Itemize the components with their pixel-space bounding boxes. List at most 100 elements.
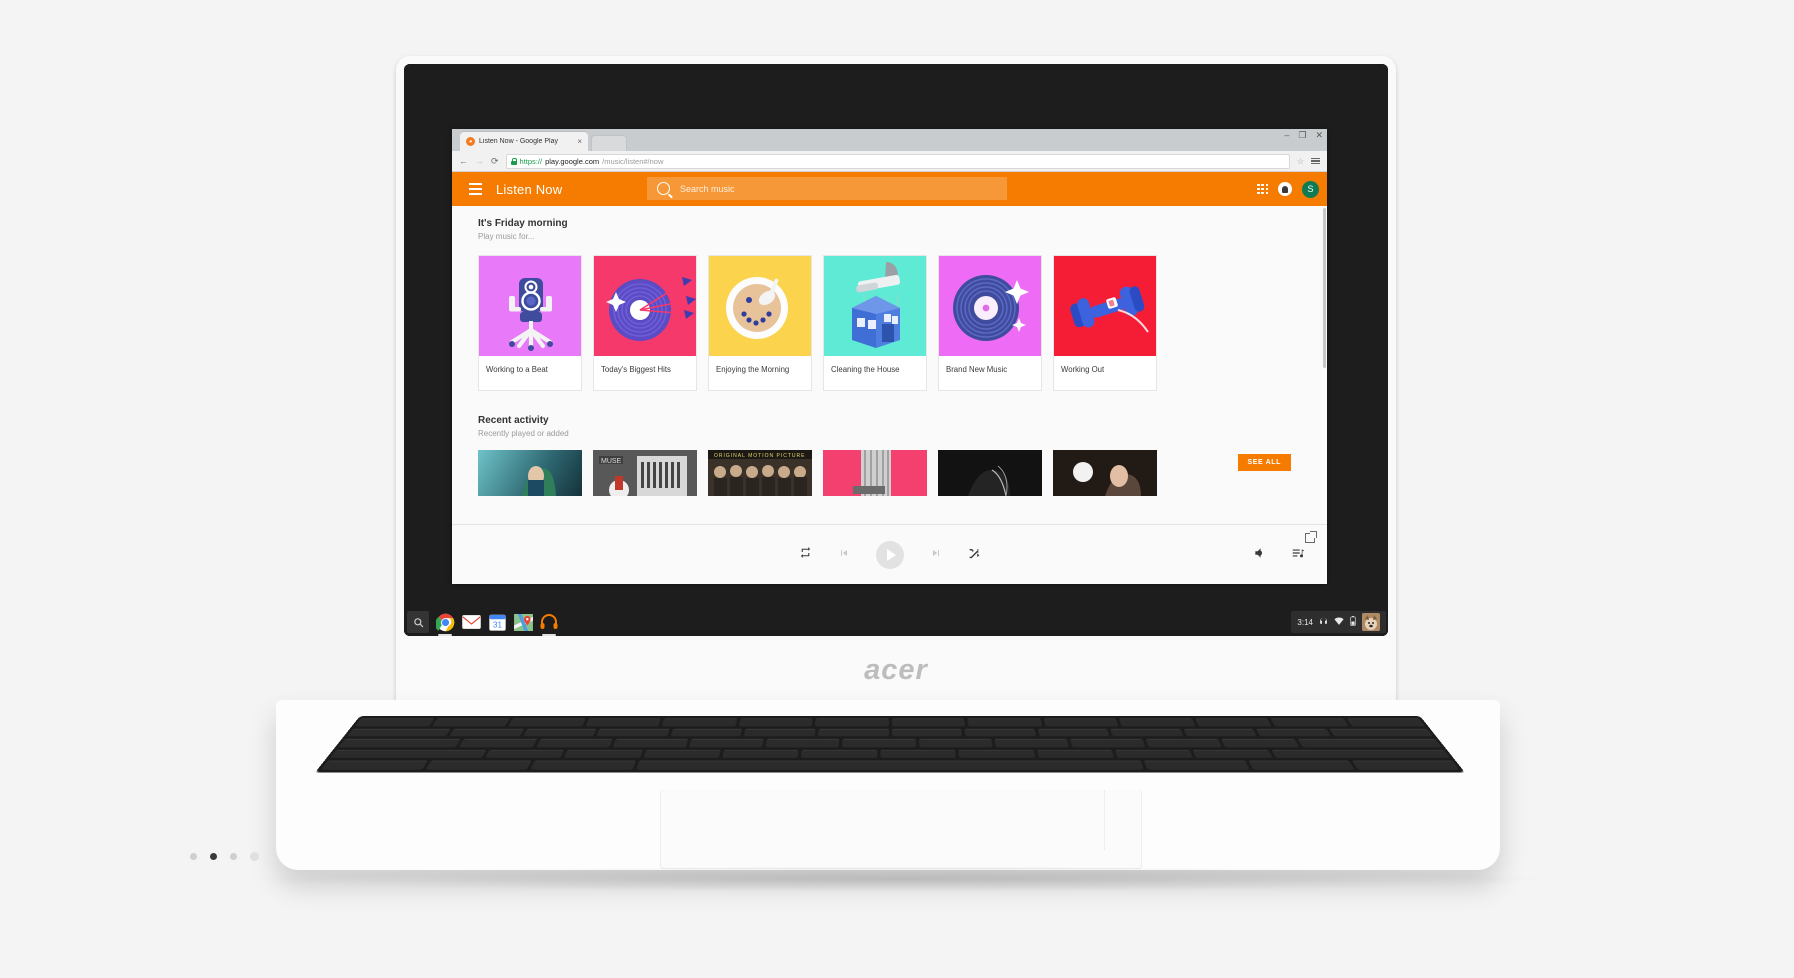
maximize-button[interactable]: ❐ [1298, 131, 1306, 140]
section-title: Recent activity [478, 415, 549, 426]
chromeos-desktop: ◕ Listen Now - Google Play × – ❐ ✕ ← → ⟳ [404, 64, 1388, 636]
repeat-icon[interactable] [799, 546, 812, 564]
indicator-light [190, 853, 197, 860]
svg-text:MUSE: MUSE [601, 458, 622, 465]
card-art-sparkling-vinyl [939, 256, 1041, 356]
volume-icon[interactable] [1253, 546, 1267, 565]
skip-next-icon[interactable] [930, 546, 942, 564]
shelf-item-chrome[interactable] [435, 612, 455, 636]
content-scrollbar[interactable] [1322, 206, 1327, 524]
apps-grid-icon[interactable] [1257, 183, 1268, 195]
brand-logo: acer [864, 653, 928, 686]
page-title: Listen Now [496, 181, 563, 197]
keyboard-row [355, 718, 1425, 727]
chromeos-shelf: 31 3:14 [404, 608, 1388, 636]
album-thumbnail[interactable] [1053, 450, 1157, 496]
card-label: Today's Biggest Hits [601, 365, 671, 374]
see-all-button[interactable]: SEE ALL [1237, 454, 1291, 471]
url-path: /music/listen#/now [602, 156, 664, 166]
system-tray[interactable]: 3:14 [1291, 611, 1386, 633]
back-button[interactable]: ← [459, 156, 468, 166]
queue-icon[interactable] [1291, 546, 1305, 565]
open-in-new-icon[interactable] [1305, 531, 1317, 543]
mood-card[interactable]: Brand New Music [938, 255, 1042, 391]
search-input[interactable]: Search music [647, 177, 1007, 200]
app-header: Listen Now Search music S [452, 172, 1327, 206]
mood-card[interactable]: Cleaning the House [823, 255, 927, 391]
user-avatar[interactable] [1362, 613, 1380, 631]
browser-tab[interactable]: ◕ Listen Now - Google Play × [460, 132, 588, 151]
keyboard-row [329, 749, 1451, 759]
keyboard[interactable] [315, 716, 1465, 773]
play-button[interactable] [875, 541, 904, 569]
laptop-brand: acer [404, 636, 1388, 704]
keyboard-row [320, 760, 1460, 770]
player-right-controls [1253, 546, 1305, 565]
indicator-light [230, 853, 237, 860]
mood-card-list: Working to a Beat Today's Biggest Hits E… [452, 241, 1327, 391]
mood-card[interactable]: Working to a Beat [478, 255, 582, 391]
skip-previous-icon[interactable] [838, 546, 850, 564]
address-bar[interactable]: https:// play.google.com /music/listen#/… [505, 153, 1290, 169]
battery-icon [1350, 613, 1356, 631]
screenshot-root: ◕ Listen Now - Google Play × – ❐ ✕ ← → ⟳ [0, 0, 1794, 978]
mood-card[interactable]: Working Out [1053, 255, 1157, 391]
card-label: Cleaning the House [831, 365, 900, 374]
trackpad[interactable] [660, 790, 1142, 869]
forward-button[interactable]: → [475, 156, 484, 166]
shelf-item-calendar[interactable]: 31 [487, 612, 507, 632]
card-art-cereal-bowl-smiley [709, 256, 811, 356]
scrollbar-thumb[interactable] [1323, 208, 1326, 368]
hamburger-menu-icon[interactable] [458, 183, 492, 195]
playback-controls [799, 541, 981, 569]
play-music-app: Listen Now Search music S It's Friday mo… [452, 172, 1327, 584]
card-art-vinyl-dartboard-arrows [594, 256, 696, 356]
shuffle-icon[interactable] [968, 546, 981, 564]
shelf-item-play-music[interactable] [539, 612, 559, 636]
wifi-icon [1334, 613, 1344, 631]
section-subtitle: Recently played or added [478, 429, 569, 438]
keyboard-row [338, 738, 1442, 748]
avatar[interactable]: S [1302, 180, 1319, 198]
tab-close-icon[interactable]: × [577, 137, 582, 146]
power-port [250, 852, 259, 861]
window-controls: – ❐ ✕ [1284, 131, 1323, 140]
bookmark-star-icon[interactable]: ☆ [1297, 157, 1304, 166]
launcher-search-icon[interactable] [407, 611, 429, 633]
bell-icon[interactable] [1278, 182, 1292, 196]
app-content: It's Friday morning Play music for... Wo… [452, 206, 1327, 524]
album-thumbnail[interactable]: MUSE [593, 450, 697, 496]
toolbar-actions: ☆ [1297, 157, 1320, 166]
album-thumbnail[interactable]: ORIGINAL MOTION PICTURE [708, 450, 812, 496]
recent-activity-list: MUSE ORIGINAL MOTION PICTURE [452, 438, 1327, 496]
section-subtitle: Play music for... [478, 232, 535, 241]
front-indicators [190, 852, 259, 861]
url-host: play.google.com [545, 156, 600, 166]
chrome-menu-icon[interactable] [1311, 157, 1320, 165]
shelf-item-gmail[interactable] [461, 612, 481, 632]
reload-button[interactable]: ⟳ [491, 156, 499, 166]
album-thumbnail[interactable] [478, 450, 582, 496]
play-icon [886, 549, 896, 561]
album-thumbnail[interactable] [938, 450, 1042, 496]
base-seam [1104, 790, 1105, 850]
album-thumbnail[interactable] [823, 450, 927, 496]
mood-card[interactable]: Enjoying the Morning [708, 255, 812, 391]
tab-strip: ◕ Listen Now - Google Play × – ❐ ✕ [452, 129, 1327, 151]
card-label: Working Out [1061, 365, 1105, 374]
player-bar [452, 524, 1327, 584]
new-tab-button[interactable] [591, 135, 627, 151]
svg-text:ORIGINAL MOTION PICTURE: ORIGINAL MOTION PICTURE [714, 453, 805, 459]
close-button[interactable]: ✕ [1315, 131, 1323, 140]
card-label: Enjoying the Morning [716, 365, 790, 374]
indicator-light [210, 853, 217, 860]
minimize-button[interactable]: – [1284, 131, 1289, 140]
chrome-browser-window: ◕ Listen Now - Google Play × – ❐ ✕ ← → ⟳ [452, 129, 1327, 584]
card-art-office-chair-speaker [479, 256, 581, 356]
card-label: Brand New Music [946, 365, 1008, 374]
mood-card[interactable]: Today's Biggest Hits [593, 255, 697, 391]
keyboard-row [346, 728, 1434, 737]
shelf-item-maps[interactable] [513, 612, 533, 632]
browser-toolbar: ← → ⟳ https:// play.google.com /music/li… [452, 151, 1327, 172]
headphone-icon [1319, 613, 1328, 631]
